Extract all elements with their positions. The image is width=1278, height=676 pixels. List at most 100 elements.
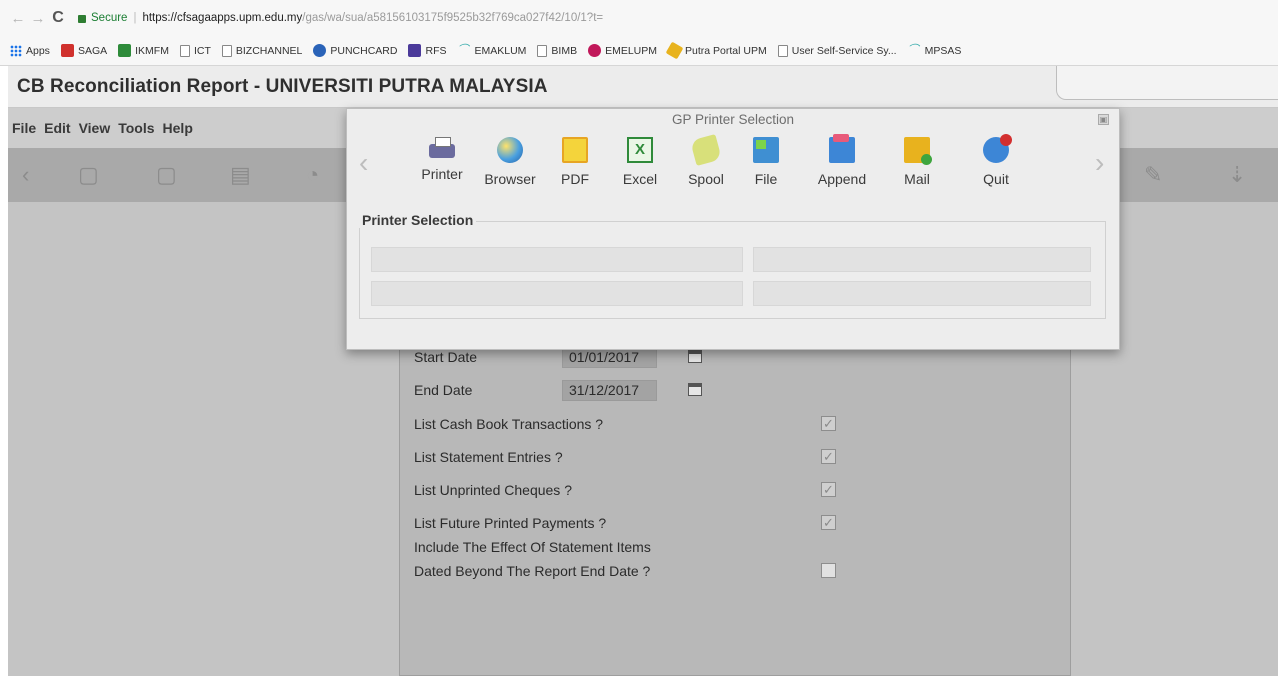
future-printed-payments-checkbox[interactable]: ✓ <box>821 515 836 530</box>
excel-icon <box>627 137 653 163</box>
printer-field[interactable] <box>371 247 743 272</box>
page-icon <box>777 44 788 57</box>
secure-label: Secure <box>91 12 128 24</box>
bookmark-emelupm[interactable]: EMELUPM <box>588 44 657 57</box>
calendar-icon[interactable] <box>688 350 702 363</box>
print-queue-lookup-field[interactable] <box>753 281 1091 306</box>
bookmark-mpsas[interactable]: ⌒ MPSAS <box>908 44 962 57</box>
printer-description-field <box>753 247 1091 272</box>
print-queue-field[interactable] <box>371 281 743 306</box>
bookmark-bimb[interactable]: BIMB <box>537 44 577 57</box>
browser-address-bar: ← → C Secure | https://cfsagaapps.upm.ed… <box>0 0 1278 36</box>
printer-label: Printer <box>421 166 463 182</box>
quit-button[interactable]: Quit <box>961 134 1031 199</box>
url-host: https://cfsagaapps.upm.edu.my <box>142 12 303 24</box>
bookmarks-bar: Apps SAGA IKMFM ICT BIZCHANNEL PUNCHCARD… <box>0 36 1278 66</box>
bookmark-emaklum[interactable]: ⌒ EMAKLUM <box>457 44 526 57</box>
option-label: Dated Beyond The Report End Date ? <box>414 563 651 579</box>
printer-selection-dialog: GP Printer Selection ▣ ‹ › Printer Brows… <box>346 108 1120 350</box>
rfs-icon <box>408 44 422 57</box>
toolbar-pin-icon[interactable]: ⇣ <box>1228 162 1246 188</box>
start-date-field[interactable]: 01/01/2017 <box>562 347 657 368</box>
lock-icon <box>78 15 86 23</box>
browser-button[interactable]: Browser <box>475 135 545 199</box>
end-date-label: End Date <box>414 382 473 398</box>
pdf-folder-icon <box>562 137 588 163</box>
apps-grid-icon <box>10 44 22 57</box>
toolbar-printer-icon[interactable]: ▤ <box>230 162 251 188</box>
dated-beyond-end-date-checkbox[interactable] <box>821 563 836 578</box>
report-parameters-panel: Start Date 01/01/2017 End Date 31/12/201… <box>399 318 1071 676</box>
browser-label: Browser <box>484 171 536 187</box>
url-path: /gas/wa/sua/a58156103175f9525b32f769ca02… <box>302 12 604 24</box>
toolbar-tool-icon[interactable]: ✎ <box>1144 162 1162 188</box>
next-arrow-icon[interactable]: › <box>1095 147 1104 179</box>
file-label: File <box>754 171 778 187</box>
bookmark-ikmfm[interactable]: IKMFM <box>118 44 169 57</box>
file-button[interactable]: File <box>731 135 801 199</box>
bookmark-ict[interactable]: ICT <box>179 44 211 57</box>
quit-label: Quit <box>983 171 1009 187</box>
statement-entries-checkbox[interactable]: ✓ <box>821 449 836 464</box>
toolbar-document-icon[interactable]: ▢ <box>78 162 99 188</box>
option-label: List Future Printed Payments ? <box>414 515 607 531</box>
bookmark-apps[interactable]: Apps <box>10 44 50 57</box>
mail-icon <box>904 137 932 165</box>
append-label: Append <box>817 171 867 187</box>
start-date-label: Start Date <box>414 349 478 365</box>
option-label: List Unprinted Cheques ? <box>414 482 572 498</box>
back-button[interactable]: ← <box>8 10 28 27</box>
append-icon <box>829 134 855 163</box>
quit-icon <box>983 134 1012 163</box>
end-date-field[interactable]: 31/12/2017 <box>562 380 657 401</box>
page-icon <box>221 44 232 57</box>
menu-file[interactable]: File <box>12 120 36 136</box>
save-file-icon <box>753 137 779 163</box>
toolbar-search-icon[interactable]: ◔ <box>306 162 319 188</box>
mail-button[interactable]: Mail <box>882 135 952 199</box>
forward-button[interactable]: → <box>28 10 48 27</box>
title-bar-tab <box>1056 66 1278 100</box>
bookmark-putra-portal[interactable]: Putra Portal UPM <box>665 41 767 60</box>
printer-button[interactable]: Printer <box>407 135 477 199</box>
printer-icon <box>429 137 455 158</box>
unprinted-cheques-checkbox[interactable]: ✓ <box>821 482 836 497</box>
reload-button[interactable]: C <box>48 9 68 27</box>
bookmark-user-self-service[interactable]: User Self-Service Sy... <box>777 44 897 57</box>
dialog-title: GP Printer Selection <box>671 112 795 127</box>
globe-icon <box>497 137 523 163</box>
ikmfm-icon <box>118 44 132 57</box>
emelupm-icon <box>588 44 602 57</box>
excel-button[interactable]: Excel <box>605 135 675 199</box>
emaklum-icon: ⌒ <box>457 44 469 56</box>
mail-label: Mail <box>904 171 930 187</box>
toolbar-back-arrow-icon[interactable]: ‹ <box>22 162 29 188</box>
printer-selection-title: Printer Selection <box>359 212 477 228</box>
prev-arrow-icon[interactable]: ‹ <box>359 147 368 179</box>
app-window: CB Reconciliation Report - UNIVERSITI PU… <box>8 66 1278 676</box>
excel-label: Excel <box>622 171 658 187</box>
page-icon <box>179 44 190 57</box>
pdf-button[interactable]: PDF <box>540 135 610 199</box>
toolbar-edit-icon[interactable]: ▢ <box>156 162 177 188</box>
cash-book-transactions-checkbox[interactable]: ✓ <box>821 416 836 431</box>
app-title-bar: CB Reconciliation Report - UNIVERSITI PU… <box>8 66 1278 108</box>
url-field[interactable]: Secure | https://cfsagaapps.upm.edu.my/g… <box>78 7 603 29</box>
bookmark-bizchannel[interactable]: BIZCHANNEL <box>221 44 302 57</box>
page-icon <box>537 44 548 57</box>
dialog-close-button[interactable]: ▣ <box>1098 114 1109 125</box>
menu-help[interactable]: Help <box>163 120 193 136</box>
putra-portal-icon <box>665 41 684 60</box>
menu-edit[interactable]: Edit <box>44 120 70 136</box>
mpsas-icon: ⌒ <box>907 44 919 56</box>
url-separator: | <box>133 12 137 24</box>
menu-tools[interactable]: Tools <box>118 120 154 136</box>
calendar-icon[interactable] <box>688 383 702 396</box>
bookmark-rfs[interactable]: RFS <box>408 44 446 57</box>
bookmark-punchcard[interactable]: PUNCHCARD <box>313 44 397 57</box>
option-label: Include The Effect Of Statement Items <box>414 539 651 555</box>
menu-view[interactable]: View <box>79 120 111 136</box>
append-button[interactable]: Append <box>807 134 877 199</box>
option-label: List Cash Book Transactions ? <box>414 416 604 432</box>
bookmark-saga[interactable]: SAGA <box>60 44 107 57</box>
